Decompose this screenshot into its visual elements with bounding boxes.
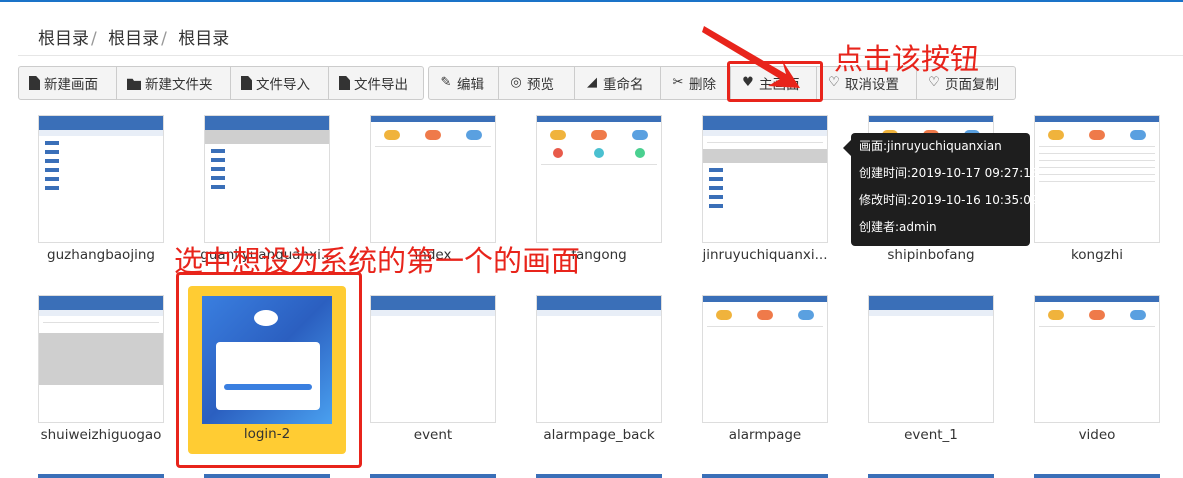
screen-card-partial[interactable] [38, 474, 164, 478]
heart-outline-icon: ♡ [928, 75, 940, 90]
tooltip-name: 画面:jinruyuchiquanxian [859, 139, 1002, 153]
screen-name: jinruyuchiquanxi... [702, 247, 828, 263]
screen-card[interactable]: kongzhi [1030, 115, 1183, 273]
preview-button[interactable]: ◎ 预览 [499, 67, 575, 99]
breadcrumb-separator: / [161, 29, 167, 49]
screen-thumbnail [38, 295, 164, 423]
screen-card[interactable]: shuiweizhiguogao [34, 295, 194, 453]
rename-icon: ◢ [587, 75, 597, 90]
tooltip-modified: 修改时间:2019-10-16 10:35:09 [859, 193, 1039, 207]
edit-button[interactable]: ✎ 编辑 [429, 67, 499, 99]
screen-card[interactable]: jinruyuchiquanxi... [698, 115, 858, 273]
screen-name: kongzhi [1070, 247, 1124, 263]
file-import-icon [241, 76, 252, 90]
file-export-icon [339, 76, 350, 90]
screen-card-partial[interactable] [1034, 474, 1160, 478]
annotation-arrow [702, 26, 800, 88]
breadcrumb-item[interactable]: 根目录 [178, 29, 229, 49]
screen-card-partial[interactable] [868, 474, 994, 478]
screen-name: video [1078, 427, 1116, 443]
screen-thumbnail [370, 295, 496, 423]
screen-thumbnail [536, 115, 662, 243]
screen-name: shuiweizhiguogao [40, 427, 162, 443]
screen-thumbnail [536, 295, 662, 423]
screen-name: alarmpage [728, 427, 802, 443]
file-import-button[interactable]: 文件导入 [231, 67, 329, 99]
login-form-preview [216, 342, 320, 410]
user-icon [254, 310, 278, 326]
screen-card[interactable]: guzhangbaojing [34, 115, 194, 273]
file-icon [29, 76, 40, 90]
annotation-click-text: 点击该按钮 [834, 42, 980, 76]
folder-icon [127, 78, 141, 90]
screen-card-partial[interactable] [370, 474, 496, 478]
screen-card-partial[interactable] [702, 474, 828, 478]
tooltip-arrow [843, 140, 851, 156]
screen-info-tooltip: 画面:jinruyuchiquanxian 创建时间:2019-10-17 09… [851, 133, 1039, 246]
screen-thumbnail [202, 296, 332, 424]
top-accent-line [0, 0, 1183, 2]
new-folder-button[interactable]: 新建文件夹 [117, 67, 231, 99]
file-export-button[interactable]: 文件导出 [329, 67, 423, 99]
breadcrumb: 根目录 / 根目录 / 根目录 [38, 24, 229, 49]
rename-button[interactable]: ◢ 重命名 [575, 67, 661, 99]
screen-name: guzhangbaojing [47, 247, 155, 263]
screen-name: event_1 [904, 427, 958, 443]
screen-thumbnail [38, 115, 164, 243]
new-screen-button[interactable]: 新建画面 [19, 67, 117, 99]
tooltip-creator: 创建者:admin [859, 220, 937, 234]
header-divider [18, 55, 1183, 56]
screen-name: login-2 [243, 426, 291, 442]
screen-thumbnail [868, 295, 994, 423]
screen-name: event [413, 427, 453, 443]
screen-thumbnail [1034, 295, 1160, 423]
screen-card-partial[interactable] [536, 474, 662, 478]
screen-name: shipinbofang [887, 247, 975, 263]
screen-thumbnail [702, 115, 828, 243]
screen-thumbnail [702, 295, 828, 423]
screen-card[interactable]: alarmpage_back [532, 295, 692, 453]
scissors-icon: ✂ [672, 75, 684, 90]
edit-icon: ✎ [440, 75, 452, 90]
screen-thumbnail [1034, 115, 1160, 243]
screen-card[interactable]: event [366, 295, 526, 453]
screen-thumbnail [370, 115, 496, 243]
preview-icon: ◎ [510, 75, 522, 90]
tooltip-created: 创建时间:2019-10-17 09:27:13 [859, 166, 1039, 180]
selected-screen-card[interactable]: login-2 [188, 286, 346, 454]
screen-thumbnail [204, 115, 330, 243]
screen-card[interactable]: event_1 [864, 295, 1024, 453]
screen-card-partial[interactable] [204, 474, 330, 478]
screen-card[interactable]: alarmpage [698, 295, 858, 453]
breadcrumb-item[interactable]: 根目录 [108, 29, 159, 49]
screen-name: alarmpage_back [543, 427, 655, 443]
breadcrumb-item[interactable]: 根目录 [38, 29, 89, 49]
heart-outline-icon: ♡ [828, 75, 840, 90]
breadcrumb-separator: / [91, 29, 97, 49]
file-toolbar: 新建画面 新建文件夹 文件导入 文件导出 [18, 66, 424, 100]
annotation-select-text: 选中想设为系统的第一个的画面 [174, 244, 581, 278]
screen-card[interactable]: video [1030, 295, 1183, 453]
